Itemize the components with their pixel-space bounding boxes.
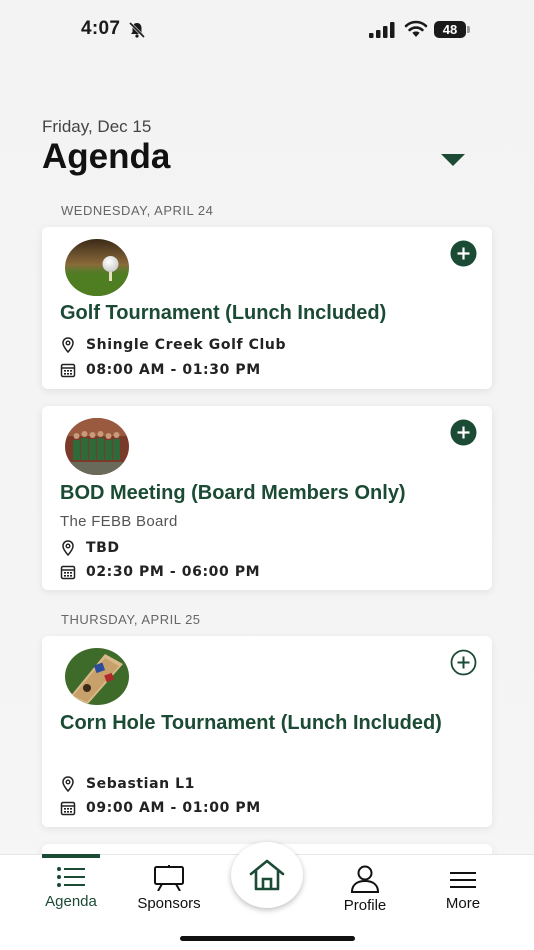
location-text: Shingle Creek Golf Club xyxy=(86,337,287,353)
easel-icon xyxy=(154,865,184,891)
event-subtitle: The FEBB Board xyxy=(60,513,178,530)
event-card[interactable]: BOD Meeting (Board Members Only) The FEB… xyxy=(42,406,492,590)
bell-slash-icon xyxy=(128,21,146,39)
event-location: Shingle Creek Golf Club xyxy=(60,335,286,355)
event-location: Sebastian L1 xyxy=(60,774,195,794)
tab-home[interactable] xyxy=(231,842,303,908)
tab-profile[interactable]: Profile xyxy=(320,855,410,925)
location-text: Sebastian L1 xyxy=(86,776,196,792)
wifi-icon xyxy=(404,20,428,37)
battery-icon: 48 xyxy=(434,21,466,38)
person-icon xyxy=(350,865,380,893)
location-text: TBD xyxy=(86,540,120,556)
event-title: Golf Tournament (Lunch Included) xyxy=(60,302,387,324)
event-title: BOD Meeting (Board Members Only) xyxy=(60,482,406,504)
page-title: Agenda xyxy=(42,137,171,176)
list-icon xyxy=(57,867,85,887)
calendar-icon xyxy=(60,801,76,816)
event-time: 08:00 AM - 01:30 PM xyxy=(60,360,261,380)
active-tab-indicator xyxy=(42,854,100,858)
battery-percent: 48 xyxy=(442,22,458,37)
time-text: 08:00 AM - 01:30 PM xyxy=(86,362,261,378)
location-pin-icon xyxy=(62,776,74,792)
hamburger-icon xyxy=(450,872,476,888)
event-thumbnail xyxy=(65,239,129,296)
event-thumbnail xyxy=(65,648,129,705)
calendar-icon xyxy=(60,565,76,580)
event-location: TBD xyxy=(60,538,120,558)
time-text: 02:30 PM - 06:00 PM xyxy=(86,564,261,580)
event-card[interactable]: Corn Hole Tournament (Lunch Included) Se… xyxy=(42,636,492,827)
home-icon xyxy=(249,859,285,891)
tab-more[interactable]: More xyxy=(418,855,508,925)
section-header: THURSDAY, APRIL 25 xyxy=(61,612,201,627)
time-text: 09:00 AM - 01:00 PM xyxy=(86,800,261,816)
event-thumbnail xyxy=(65,418,129,475)
tab-label: More xyxy=(445,895,481,912)
current-date: Friday, Dec 15 xyxy=(42,117,152,136)
add-to-schedule-button[interactable] xyxy=(450,240,477,267)
section-header: WEDNESDAY, APRIL 24 xyxy=(61,203,214,218)
status-time: 4:07 xyxy=(81,18,121,39)
tab-label: Agenda xyxy=(45,893,97,910)
location-pin-icon xyxy=(62,337,74,353)
location-pin-icon xyxy=(62,540,74,556)
event-card[interactable]: Golf Tournament (Lunch Included) Shingle… xyxy=(42,227,492,389)
event-time: 09:00 AM - 01:00 PM xyxy=(60,798,261,818)
calendar-icon xyxy=(60,363,76,378)
chevron-down-icon[interactable] xyxy=(440,152,466,168)
event-title: Corn Hole Tournament (Lunch Included) xyxy=(60,712,442,734)
status-bar: 4:07 48 xyxy=(0,0,534,60)
add-to-schedule-button[interactable] xyxy=(450,649,477,676)
tab-agenda[interactable]: Agenda xyxy=(26,855,116,925)
add-to-schedule-button[interactable] xyxy=(450,419,477,446)
tab-label: Sponsors xyxy=(137,895,201,912)
tab-label: Profile xyxy=(343,897,387,914)
tab-sponsors[interactable]: Sponsors xyxy=(124,855,214,925)
battery-cap xyxy=(467,26,470,33)
home-indicator-bar xyxy=(180,936,355,941)
event-time: 02:30 PM - 06:00 PM xyxy=(60,562,260,582)
cellular-signal-icon xyxy=(369,22,395,38)
